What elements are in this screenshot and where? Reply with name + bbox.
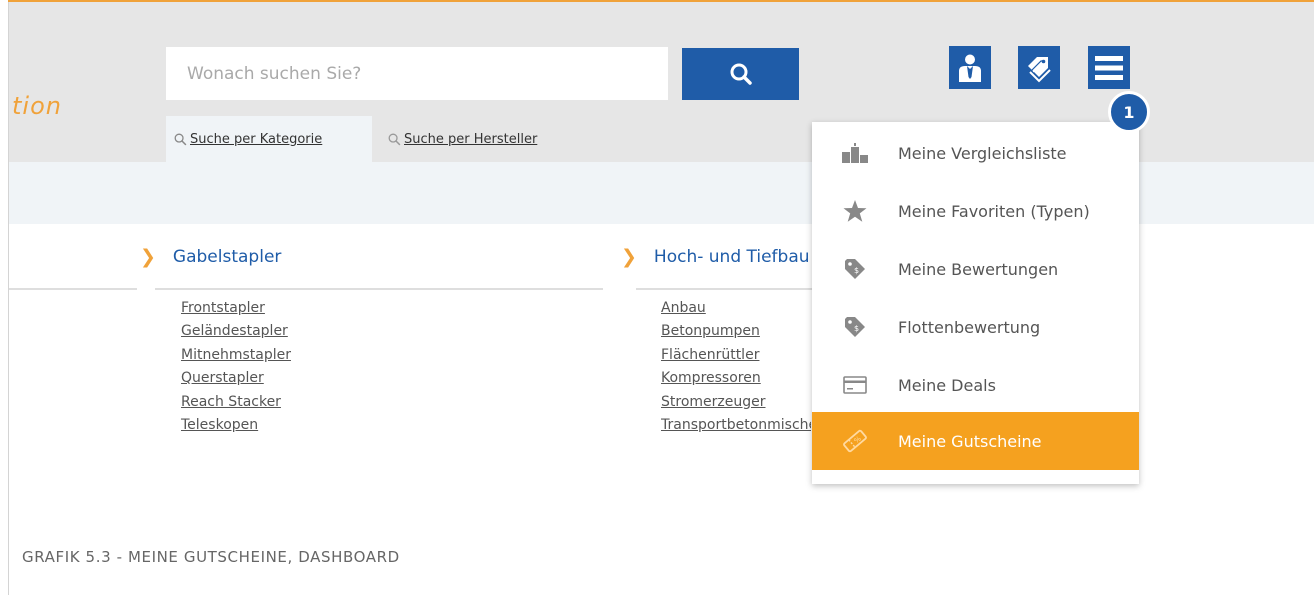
chevron-right-icon: ❯ [621,246,637,268]
category-links-forklifts: Frontstapler Geländestapler Mitnehmstapl… [181,300,291,440]
category-title: Gabelstapler [172,247,282,267]
brand-logo-text: tion [12,92,62,120]
tab-search-by-category-label: Suche per Kategorie [190,131,323,147]
category-link[interactable]: Frontstapler [181,300,291,323]
category-divider [155,288,603,290]
voucher-icon: % [843,429,867,453]
category-link[interactable]: Stromerzeuger [661,394,811,417]
category-links-construction: Anbau Betonpumpen Flächenrüttler Kompres… [661,300,811,440]
card-icon [843,376,867,394]
menu-item-label: Meine Bewertungen [898,259,1059,279]
category-link[interactable]: Betonpumpen [661,323,811,346]
chevron-right-icon: ❯ [140,246,156,268]
menu-item-label: Meine Favoriten (Typen) [898,201,1090,221]
category-link[interactable]: Reach Stacker [181,394,291,417]
tab-search-by-manufacturer-label: Suche per Hersteller [404,131,538,147]
step-badge: 1 [1108,91,1150,133]
search-button[interactable] [682,48,799,100]
category-divider [9,288,137,290]
category-link[interactable]: Teleskopen [181,417,291,440]
menu-item-deals[interactable]: Meine Deals [812,356,1139,414]
price-tag-icon: $ [845,259,865,279]
category-link[interactable]: Anbau [661,300,811,323]
menu-icon [1095,55,1123,80]
user-icon [959,54,981,82]
category-link[interactable]: Transportbetonmischer [661,417,811,440]
category-link[interactable]: Flächenrüttler [661,347,811,370]
menu-item-comparison-list[interactable]: Meine Vergleichsliste [812,124,1139,182]
search-icon [388,133,401,145]
menu-item-label: Meine Deals [898,375,996,395]
search-icon [174,133,187,145]
category-link[interactable]: Geländestapler [181,323,291,346]
figure-caption: GRAFIK 5.3 - MEINE GUTSCHEINE, DASHBOARD [22,548,400,566]
menu-item-label: Meine Gutscheine [898,431,1042,451]
category-title: Hoch- und Tiefbau [653,247,810,267]
menu-item-ratings[interactable]: $ Meine Bewertungen [812,240,1139,298]
tab-search-by-manufacturer[interactable]: Suche per Hersteller [386,116,537,162]
svg-text:$: $ [854,324,859,333]
menu-button[interactable] [1088,46,1130,89]
tab-search-by-category[interactable]: Suche per Kategorie [166,116,372,162]
category-link[interactable]: Querstapler [181,370,291,393]
price-tag-icon: $ [845,317,865,337]
menu-item-vouchers[interactable]: % Meine Gutscheine [812,412,1139,470]
category-divider [636,288,816,290]
menu-item-favorites[interactable]: Meine Favoriten (Typen) [812,182,1139,240]
podium-icon [842,143,868,163]
tags-button[interactable] [1018,46,1060,89]
menu-item-label: Meine Vergleichsliste [898,143,1067,163]
tag-icon [1028,56,1051,82]
account-button[interactable] [949,46,991,89]
category-heading-construction[interactable]: ❯ Hoch- und Tiefbau [621,246,810,268]
menu-item-fleet-rating[interactable]: $ Flottenbewertung [812,298,1139,356]
user-menu-dropdown: Meine Vergleichsliste Meine Favoriten (T… [812,122,1139,484]
star-icon [843,200,867,222]
search-input[interactable] [166,47,668,100]
menu-item-label: Flottenbewertung [898,317,1041,337]
svg-text:$: $ [854,266,859,275]
search-icon [730,63,752,85]
category-link[interactable]: Kompressoren [661,370,811,393]
category-link[interactable]: Mitnehmstapler [181,347,291,370]
category-heading-forklifts[interactable]: ❯ Gabelstapler [140,246,281,268]
